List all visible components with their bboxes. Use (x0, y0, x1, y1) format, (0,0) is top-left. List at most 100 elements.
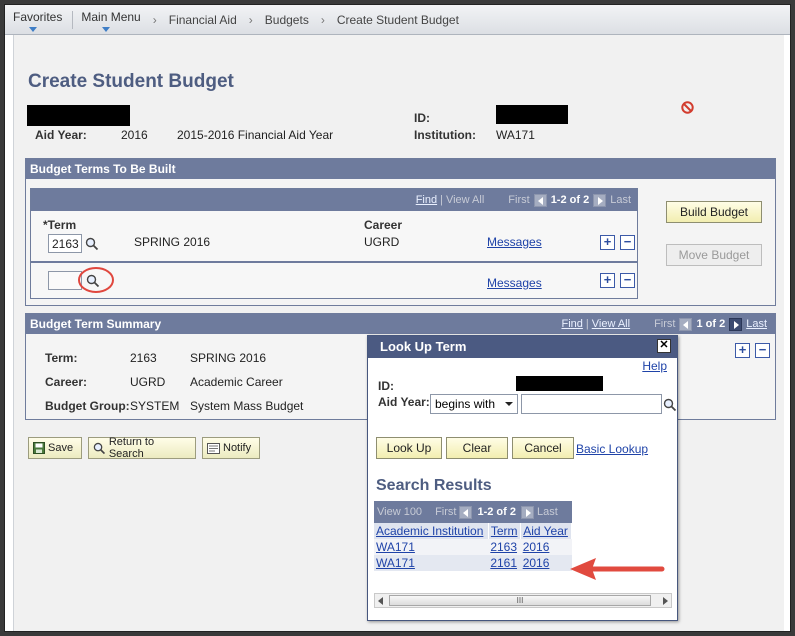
results-nav-row: View 100 First 1-2 of 2 Last (374, 501, 572, 523)
basic-lookup-link[interactable]: Basic Lookup (576, 442, 648, 456)
clear-button[interactable]: Clear (446, 437, 508, 459)
result-institution[interactable]: WA171 (376, 540, 415, 554)
save-label: Save (48, 442, 74, 454)
search-icon[interactable] (85, 237, 99, 251)
lookup-dialog-titlebar: Look Up Term ✕ (368, 336, 677, 358)
find-link[interactable]: Find (561, 318, 582, 330)
return-to-search-button[interactable]: Return to Search (88, 436, 196, 460)
top-navbar: Favorites Main Menu › Financial Aid › Bu… (5, 5, 790, 35)
result-institution[interactable]: WA171 (376, 556, 415, 570)
budget-summary-header: Budget Term Summary Find | View All Firs… (26, 314, 775, 334)
result-aid-year[interactable]: 2016 (523, 556, 550, 570)
search-icon[interactable] (663, 398, 677, 412)
previous-arrow-icon[interactable] (459, 505, 473, 519)
summary-group-value: SYSTEM (130, 399, 180, 413)
summary-term-desc: SPRING 2016 (190, 351, 267, 365)
notify-button[interactable]: Notify (202, 437, 260, 459)
horizontal-scrollbar[interactable]: III (374, 593, 672, 608)
column-term[interactable]: Term (491, 524, 518, 538)
close-icon[interactable]: ✕ (657, 339, 671, 353)
row-range: 1-2 of 2 (550, 194, 590, 206)
scroll-right-icon[interactable] (663, 597, 668, 605)
save-button[interactable]: Save (28, 437, 82, 459)
delete-row-button[interactable]: − (620, 235, 635, 250)
redacted-id (496, 105, 568, 124)
lookup-button[interactable]: Look Up (376, 437, 442, 459)
last-label: Last (610, 194, 631, 206)
summary-term-label: Term: (45, 351, 78, 365)
aid-year-desc: 2015-2016 Financial Aid Year (177, 128, 334, 142)
scroll-left-icon[interactable] (378, 597, 383, 605)
scrollbar-thumb[interactable]: III (389, 595, 651, 606)
budget-terms-header: Budget Terms To Be Built (26, 159, 775, 179)
pointer-arrow-icon (570, 558, 665, 580)
lookup-dialog-title: Look Up Term (380, 339, 467, 354)
aid-year-input[interactable] (521, 394, 662, 414)
next-arrow-icon[interactable] (729, 317, 743, 331)
build-budget-button[interactable]: Build Budget (666, 201, 762, 223)
result-aid-year[interactable]: 2016 (523, 540, 550, 554)
results-range: 1-2 of 2 (477, 506, 516, 518)
breadcrumb-separator: › (248, 12, 253, 27)
summary-range: 1 of 2 (696, 318, 726, 330)
add-row-button[interactable]: + (600, 235, 615, 250)
column-aid-year[interactable]: Aid Year (523, 524, 568, 538)
previous-arrow-icon[interactable] (679, 317, 693, 331)
notify-icon (207, 442, 220, 454)
delete-row-button[interactable]: − (755, 343, 770, 358)
summary-career-desc: Academic Career (190, 375, 283, 389)
favorites-label: Favorites (13, 9, 63, 24)
return-to-search-label: Return to Search (108, 436, 155, 460)
search-results-table: View 100 First 1-2 of 2 Last Academic In… (374, 501, 572, 571)
breadcrumb-budgets[interactable]: Budgets (255, 13, 319, 27)
move-budget-button[interactable]: Move Budget (666, 244, 762, 266)
table-row: WA171 2161 2016 (374, 555, 572, 571)
term-column-label: *Term (43, 218, 77, 232)
summary-group-label: Budget Group: (45, 399, 130, 413)
institution-value: WA171 (496, 128, 535, 142)
last-link[interactable]: Last (746, 318, 767, 330)
first-label: First (508, 194, 530, 206)
chevron-down-icon (102, 26, 111, 32)
highlight-circle (78, 267, 114, 293)
row-divider (31, 261, 637, 263)
result-term[interactable]: 2161 (490, 556, 517, 570)
chevron-down-icon (28, 26, 37, 32)
lookup-term-dialog: Look Up Term ✕ Help ID: Aid Year: begins… (367, 335, 678, 621)
next-arrow-icon[interactable] (593, 193, 607, 207)
column-academic-institution[interactable]: Academic Institution (376, 524, 483, 538)
redacted-name (27, 105, 130, 126)
lookup-aid-year-label: Aid Year: (378, 395, 430, 409)
term-input-row1[interactable]: 2163 (48, 234, 82, 253)
results-header-row: Academic Institution Term Aid Year (374, 523, 572, 539)
delete-row-button[interactable]: − (620, 273, 635, 288)
next-arrow-icon[interactable] (520, 505, 534, 519)
lookup-id-label: ID: (378, 379, 394, 393)
messages-link-row1[interactable]: Messages (487, 235, 542, 249)
last-label: Last (536, 506, 558, 518)
view-all-link[interactable]: View All (592, 318, 630, 330)
add-row-button[interactable]: + (735, 343, 750, 358)
cancel-button[interactable]: Cancel (512, 437, 574, 459)
previous-arrow-icon[interactable] (533, 193, 547, 207)
notify-label: Notify (223, 442, 252, 454)
table-row: WA171 2163 2016 (374, 539, 572, 555)
summary-career-value: UGRD (130, 375, 166, 389)
aid-year-operator-select[interactable]: begins with (430, 394, 518, 414)
view-all-link[interactable]: View All (446, 194, 484, 206)
help-link[interactable]: Help (642, 359, 667, 373)
breadcrumb-financial-aid[interactable]: Financial Aid (159, 13, 247, 27)
budget-terms-grid: Find | View All First 1-2 of 2 Last *Ter… (30, 188, 638, 299)
term-desc-row1: SPRING 2016 (134, 235, 211, 249)
error-icon (681, 101, 694, 114)
search-icon (93, 442, 106, 454)
add-row-button[interactable]: + (600, 273, 615, 288)
messages-link-row2[interactable]: Messages (487, 276, 542, 290)
main-menu[interactable]: Main Menu (73, 9, 150, 32)
favorites-menu[interactable]: Favorites (5, 9, 72, 32)
find-link[interactable]: Find (416, 194, 437, 206)
main-menu-label: Main Menu (81, 9, 141, 24)
id-label: ID: (414, 111, 430, 125)
breadcrumb-create-student-budget[interactable]: Create Student Budget (327, 13, 469, 27)
result-term[interactable]: 2163 (490, 540, 517, 554)
